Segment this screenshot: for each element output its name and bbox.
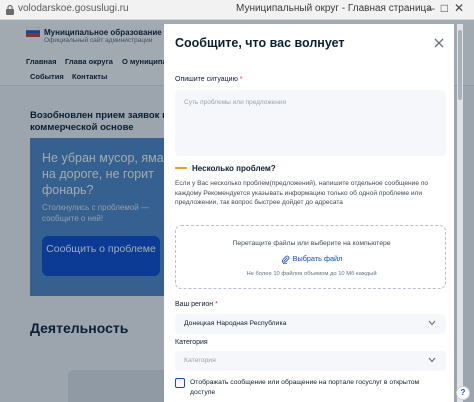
required-mark: * (239, 76, 243, 83)
close-icon[interactable] (434, 38, 444, 48)
dropzone-note: Не более 10 файлов объемом до 10 Мб кажд… (246, 271, 377, 277)
window-title: Муниципальный округ - Главная страница (236, 3, 432, 14)
warning-marker (175, 167, 187, 169)
address-bar-url[interactable]: volodarskoe.gosuslugi.ru (18, 3, 129, 14)
situation-label: Опишите ситуацию * (175, 76, 243, 83)
browser-bar: volodarskoe.gosuslugi.ru Муниципальный о… (0, 0, 474, 20)
region-label: Ваш регион * (175, 301, 218, 308)
window-controls[interactable]: –□✕ (428, 1, 470, 15)
feedback-modal: Сообщите, что вас волнует Опишите ситуац… (164, 24, 454, 402)
multi-problem-text: Если у Вас несколько проблем(предложений… (175, 180, 429, 206)
publish-checkbox-label[interactable]: Отображать сообщение или обращение на по… (190, 378, 442, 397)
scrollbar-thumb[interactable] (458, 30, 462, 100)
chevron-down-icon (428, 320, 436, 326)
help-icon[interactable]: ? (456, 386, 470, 400)
category-label: Категория (175, 339, 208, 346)
region-select[interactable]: Донецкая Народная Республика (175, 314, 446, 334)
choose-file-label: Выбрать файл (292, 254, 343, 263)
paperclip-icon (281, 255, 289, 264)
situation-label-text: Опишите ситуацию (175, 76, 238, 83)
publish-checkbox[interactable] (175, 378, 185, 388)
situation-placeholder: Суть проблемы или предложения (184, 99, 287, 106)
multi-problem-title: Несколько проблем? (192, 164, 276, 173)
chevron-down-icon (428, 357, 436, 363)
situation-textarea[interactable]: Суть проблемы или предложения (175, 90, 446, 156)
required-mark: * (215, 301, 218, 308)
category-select[interactable]: Категория (175, 351, 446, 371)
category-placeholder: Категория (184, 357, 216, 364)
dropzone-text: Перетащите файлы или выберите на компьют… (232, 240, 391, 247)
region-value: Донецкая Народная Республика (184, 320, 287, 327)
choose-file-link[interactable]: Выбрать файл (176, 254, 447, 264)
modal-title: Сообщите, что вас волнует (175, 36, 345, 50)
file-dropzone[interactable]: Перетащите файлы или выберите на компьют… (175, 225, 446, 289)
lock-icon (6, 4, 14, 15)
region-label-text: Ваш регион (175, 301, 214, 308)
